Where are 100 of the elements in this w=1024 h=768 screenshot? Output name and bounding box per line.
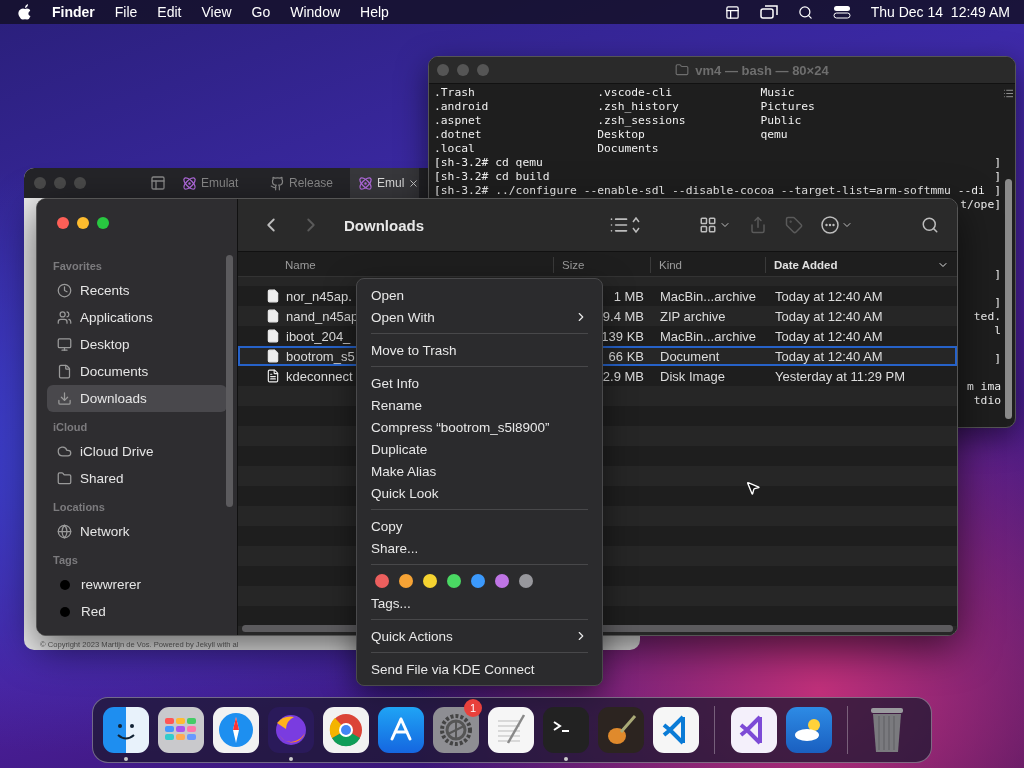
section-heading: Tags [52,554,79,568]
letter-a-icon[interactable] [377,707,424,753]
file-name[interactable]: nor_n45ap. [286,288,352,304]
guitar-icon[interactable] [597,707,644,753]
column-header[interactable]: Name [238,256,553,273]
file-date: Today at 12:40 AM [775,328,883,344]
compass-icon[interactable] [212,707,259,753]
code-brackets-icon[interactable] [652,707,699,753]
menu-item[interactable]: Window [290,4,341,20]
menu-item[interactable]: Compress “bootrom_s5l8900” [363,416,596,438]
browser-tab[interactable]: Emul [350,168,420,198]
menu-item[interactable]: Share... [363,537,596,559]
menu-item[interactable]: Rename [363,394,596,416]
zoom-button[interactable] [97,217,109,229]
sidebar-item[interactable]: rewwrerer [47,571,227,598]
control-center-icon[interactable] [832,5,851,19]
file-name[interactable]: kdeconnect [286,368,353,384]
sidebar-item[interactable]: Network [47,518,227,545]
menu-item[interactable]: View [201,4,232,20]
tag-color-dot[interactable] [375,574,389,588]
sidebar-item[interactable]: Documents [47,358,227,385]
file-name[interactable]: bootrom_s5 [286,348,355,364]
column-header[interactable]: Kind [650,256,765,273]
status-icon[interactable] [724,4,740,20]
section-heading: iCloud [52,421,89,435]
sidebar-icon [57,391,72,406]
sidebar-item[interactable]: Applications [47,304,227,331]
file-icon [266,329,280,343]
tag-color-dot[interactable] [399,574,413,588]
menu-item[interactable]: Move to Trash [363,339,596,361]
terminal-line: m ima [967,380,1001,394]
minimize-button[interactable] [77,217,89,229]
file-kind: Document [660,348,720,364]
apple-logo-icon[interactable] [18,4,32,20]
menu-item[interactable]: Open With [363,306,596,328]
menu-item[interactable]: Send File via KDE Connect [363,658,596,680]
file-kind: Disk Image [660,368,726,384]
file-kind: MacBin...archive [660,328,757,344]
tag-color-dot[interactable] [423,574,437,588]
ellipsis-circle-icon [821,216,839,234]
notification-badge: 1 [464,699,482,717]
tag-color-dot[interactable] [495,574,509,588]
file-kind: MacBin...archive [660,288,757,304]
menu-item[interactable]: Get Info [363,372,596,394]
atom-icon [182,175,197,191]
sidebar-item[interactable]: Desktop [47,331,227,358]
smiling-face-icon[interactable] [102,707,149,753]
browser-tab[interactable]: Emulat [174,168,254,198]
menu-item[interactable]: Open [363,284,596,306]
menu-item[interactable]: File [114,4,138,20]
app-menu[interactable]: Finder [52,4,95,20]
menu-item[interactable]: Go [251,4,271,20]
sidebar-item[interactable]: Recents [47,277,227,304]
sidebar-item[interactable]: iCloud Drive [47,438,227,465]
file-name[interactable]: nand_n45ap [286,308,359,324]
file-size: 9.4 MB [602,308,644,324]
scrollbar-thumb[interactable] [226,255,233,507]
menu-item[interactable]: Make Alias [363,460,596,482]
windows-icon[interactable] [759,5,778,19]
window-title: Downloads [344,216,424,234]
atom-icon [358,175,373,191]
sidebar-icon [57,364,72,379]
browser-tab[interactable]: Release [262,168,342,198]
app-grid-icon[interactable] [157,707,204,753]
menu-item[interactable]: Tags... [363,592,596,614]
menu-item[interactable]: Quick Look [363,482,596,504]
sidebar-item[interactable]: Downloads [47,385,227,412]
menu-item[interactable]: Help [360,4,389,20]
terminal-icon[interactable] [542,707,589,753]
scrollbar-thumb[interactable] [1004,179,1012,419]
column-header[interactable]: Date Added [765,256,957,273]
file-name[interactable]: iboot_204_ [286,328,351,344]
cloud-sun-icon[interactable] [785,707,832,753]
window-title: vm4 — bash — 80×24 [695,62,829,78]
menu-item[interactable]: Copy [363,515,596,537]
clock[interactable]: Thu Dec 14 12:49 AM [870,4,1010,20]
menu-item[interactable]: Quick Actions [363,625,596,647]
tag-color-dot[interactable] [447,574,461,588]
notepad-icon[interactable] [487,707,534,753]
column-header[interactable]: Size [553,256,650,273]
sidebar-item[interactable]: Red [47,598,227,625]
search-icon[interactable] [797,4,813,20]
sidebar-item[interactable]: Shared [47,465,227,492]
close-button[interactable] [57,217,69,229]
terminal-line: t/ope] [960,198,1001,212]
terminal-line: ted. [973,310,1001,324]
sidebar-icon [57,283,72,298]
tab-overview-icon[interactable] [150,175,166,191]
up-down-chevron-icon [631,216,641,234]
sidebar-icon [57,337,72,352]
tag-color-dot[interactable] [471,574,485,588]
file-date: Today at 12:40 AM [775,308,883,324]
terminal-line: .local Documents [434,142,659,156]
menu-item[interactable]: Duplicate [363,438,596,460]
menu-item[interactable]: Edit [157,4,182,20]
close-icon[interactable] [408,177,420,189]
terminal-line: [sh-3.2# cd qemu [434,156,543,170]
tag-color-dot[interactable] [519,574,533,588]
chrome-icon[interactable] [322,707,369,753]
folder-icon [675,63,690,77]
